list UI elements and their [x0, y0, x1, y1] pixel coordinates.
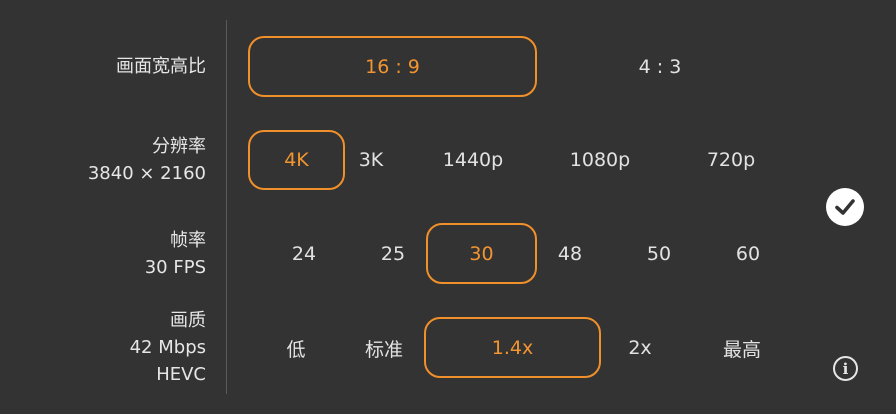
- option-quality-standard[interactable]: 标准: [349, 318, 419, 378]
- option-quality-1-4x[interactable]: 1.4x: [424, 317, 601, 378]
- option-quality-2x[interactable]: 2x: [610, 318, 670, 378]
- resolution-title: 分辨率: [152, 136, 206, 157]
- divider: [226, 20, 227, 394]
- quality-codec: HEVC: [156, 364, 206, 385]
- option-60fps[interactable]: 60: [718, 224, 778, 284]
- option-4k[interactable]: 4K: [248, 130, 345, 190]
- quality-label: 画质 42 Mbps HEVC: [130, 307, 206, 388]
- option-25fps[interactable]: 25: [363, 224, 423, 284]
- checkmark-icon: [835, 199, 855, 215]
- aspect-ratio-title: 画面宽高比: [116, 56, 206, 77]
- info-button[interactable]: i: [833, 356, 858, 381]
- option-50fps[interactable]: 50: [629, 224, 689, 284]
- option-30fps[interactable]: 30: [426, 223, 537, 284]
- option-720p[interactable]: 720p: [681, 130, 781, 190]
- option-16-9[interactable]: 16 : 9: [248, 36, 537, 97]
- resolution-value: 3840 × 2160: [87, 163, 206, 184]
- option-quality-highest[interactable]: 最高: [707, 318, 777, 378]
- option-24fps[interactable]: 24: [274, 224, 334, 284]
- framerate-title: 帧率: [170, 230, 206, 251]
- resolution-label: 分辨率 3840 × 2160: [88, 133, 206, 187]
- framerate-value: 30 FPS: [144, 257, 206, 278]
- quality-bitrate: 42 Mbps: [129, 337, 206, 358]
- aspect-ratio-label: 画面宽高比: [116, 53, 206, 80]
- option-1080p[interactable]: 1080p: [550, 130, 650, 190]
- option-4-3[interactable]: 4 : 3: [600, 36, 720, 97]
- option-3k[interactable]: 3K: [341, 130, 401, 190]
- framerate-label: 帧率 30 FPS: [145, 227, 206, 281]
- option-1440p[interactable]: 1440p: [423, 130, 523, 190]
- option-quality-low[interactable]: 低: [266, 318, 326, 378]
- confirm-button[interactable]: [826, 188, 864, 226]
- quality-title: 画质: [170, 310, 206, 331]
- option-48fps[interactable]: 48: [540, 224, 600, 284]
- info-icon: i: [842, 359, 849, 378]
